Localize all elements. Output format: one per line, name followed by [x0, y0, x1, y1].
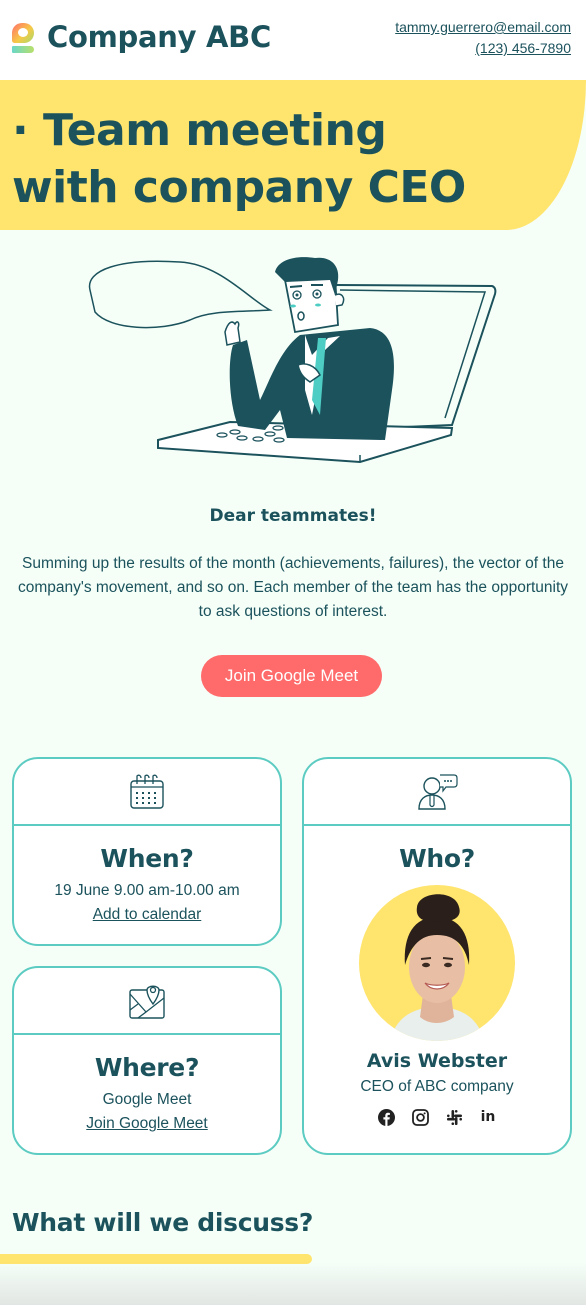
speech-bubble-icon: [88, 260, 273, 329]
ceo-portrait: [390, 894, 484, 1041]
join-google-meet-link[interactable]: Join Google Meet: [14, 1112, 280, 1136]
where-detail: Google Meet: [102, 1091, 192, 1108]
intro-text: Summing up the results of the month (ach…: [17, 555, 569, 620]
logo[interactable]: Company ABC: [12, 20, 271, 54]
where-card-header: [14, 968, 280, 1035]
scroll-fade: [0, 1262, 586, 1305]
man-on-laptop-illustration: [88, 257, 497, 464]
ceo-avatar: [359, 885, 515, 1041]
greeting: Dear teammates!: [209, 506, 377, 526]
when-title: When?: [100, 844, 194, 873]
add-to-calendar-link[interactable]: Add to calendar: [14, 903, 280, 927]
email-link[interactable]: tammy.guerrero@email.com: [395, 17, 571, 38]
when-card-header: [14, 759, 280, 826]
discuss-heading: What will we discuss?: [12, 1208, 314, 1237]
social-links: in: [304, 1108, 570, 1126]
linkedin-icon[interactable]: in: [479, 1108, 497, 1126]
calendar-icon: [130, 774, 164, 809]
when-card: When? 19 June 9.00 am-10.00 am Add to ca…: [12, 757, 282, 946]
who-card: Who? Avis Webster CEO of ABC company in: [302, 757, 572, 1155]
hero-banner: · Team meeting with company CEO: [0, 80, 586, 230]
where-title: Where?: [94, 1053, 200, 1082]
logo-icon: [12, 20, 36, 54]
slack-icon[interactable]: [445, 1108, 463, 1126]
instagram-icon[interactable]: [411, 1108, 429, 1126]
hero-title: · Team meeting with company CEO: [12, 105, 466, 213]
map-pin-icon: [129, 985, 165, 1019]
ceo-name: Avis Webster: [366, 1050, 508, 1072]
where-card: Where? Google Meet Join Google Meet: [12, 966, 282, 1155]
join-google-meet-button[interactable]: Join Google Meet: [201, 655, 382, 697]
who-title: Who?: [399, 844, 475, 873]
ceo-role: CEO of ABC company: [360, 1078, 514, 1095]
when-detail: 19 June 9.00 am-10.00 am: [54, 882, 240, 899]
facebook-icon[interactable]: [377, 1108, 395, 1126]
phone-link[interactable]: (123) 456-7890: [395, 38, 571, 59]
header: Company ABC tammy.guerrero@email.com (12…: [0, 0, 586, 80]
contacts: tammy.guerrero@email.com (123) 456-7890: [395, 17, 571, 59]
who-card-header: [304, 759, 570, 826]
speaker-icon: [418, 773, 458, 810]
brand-name: Company ABC: [47, 20, 271, 54]
